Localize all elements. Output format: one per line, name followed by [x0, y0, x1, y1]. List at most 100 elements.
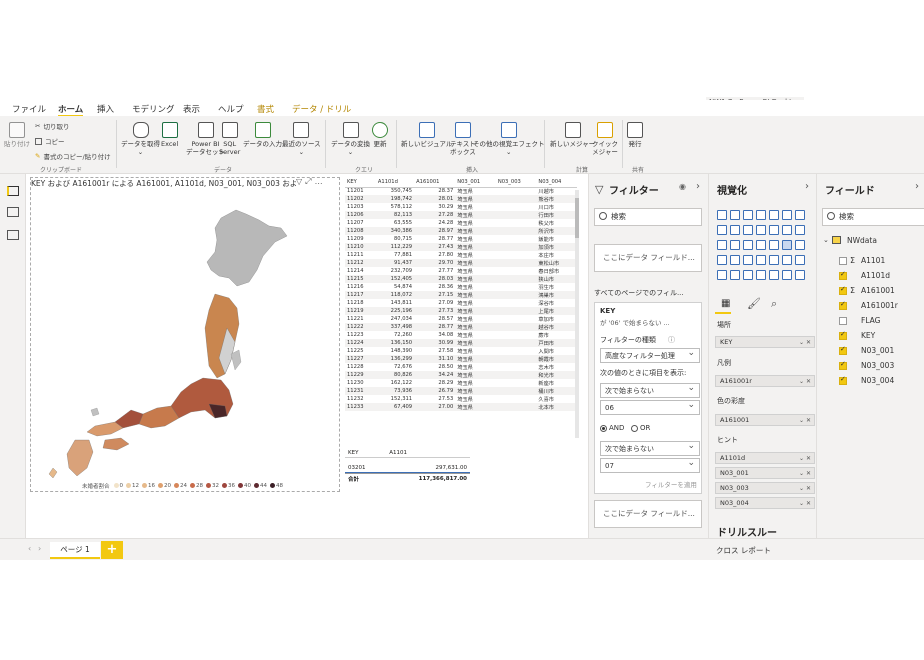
- r-visual-visual-icon[interactable]: [717, 270, 727, 280]
- transform-data-button[interactable]: データの変換 ⌄: [331, 122, 370, 156]
- page-filters-dropzone[interactable]: ここにデータ フィールド...: [594, 500, 702, 528]
- map-visual[interactable]: [30, 177, 340, 492]
- refresh-button[interactable]: 更新: [372, 122, 388, 148]
- paste-button[interactable]: 貼り付け: [4, 122, 30, 148]
- smart-narrative-visual-icon[interactable]: [782, 270, 792, 280]
- card-visual-icon[interactable]: [730, 255, 740, 265]
- eye-icon[interactable]: ◉: [679, 182, 686, 191]
- filters-search-input[interactable]: 検索: [594, 208, 702, 226]
- table-visual-icon[interactable]: [782, 255, 792, 265]
- slicer-visual-icon[interactable]: [769, 255, 779, 265]
- condition1-value-input[interactable]: 06: [600, 398, 700, 415]
- table-row[interactable]: 11202 198,742 28.01 埼玉県 熊谷市: [345, 195, 577, 203]
- key-influencers-visual-icon[interactable]: [743, 270, 753, 280]
- chip-controls-icon[interactable]: ⌄ ✕: [799, 498, 811, 509]
- tooltip-field-chip[interactable]: N03_004 ⌄ ✕: [715, 497, 815, 509]
- field-item[interactable]: Σ A161001: [839, 285, 895, 295]
- location-field-chip[interactable]: KEY ⌄ ✕: [715, 336, 815, 348]
- table-name[interactable]: NWdata: [847, 236, 877, 245]
- field-checkbox[interactable]: [839, 316, 847, 325]
- chip-controls-icon[interactable]: ⌄ ✕: [799, 453, 811, 464]
- field-checkbox[interactable]: [839, 375, 847, 385]
- table-row[interactable]: 11219 225,196 27.73 埼玉県 上尾市: [345, 307, 577, 315]
- column-header[interactable]: A161001: [414, 178, 456, 188]
- collapse-chevron-icon[interactable]: ›: [915, 181, 919, 192]
- menu-file[interactable]: ファイル: [12, 103, 46, 115]
- matrix-visual-icon[interactable]: [795, 255, 805, 265]
- condition1-dropdown[interactable]: 次で始まらない: [600, 381, 700, 398]
- table-row[interactable]: 11231 73,936 26.79 埼玉県 桶川市: [345, 387, 577, 395]
- funnel-visual-icon[interactable]: [795, 225, 805, 235]
- analytics-magnifier-icon[interactable]: ⌕: [771, 297, 777, 311]
- table-row[interactable]: 11212 91,437 29.70 埼玉県 東松山市: [345, 259, 577, 267]
- condition2-value-input[interactable]: 07: [600, 456, 700, 473]
- format-paint-icon[interactable]: 🖌: [747, 297, 761, 310]
- table-row[interactable]: 11215 152,405 28.03 埼玉県 狭山市: [345, 275, 577, 283]
- excel-button[interactable]: Excel: [161, 122, 178, 148]
- table-row[interactable]: 11206 82,113 27.28 埼玉県 行田市: [345, 211, 577, 219]
- kpi-visual-icon[interactable]: [756, 255, 766, 265]
- clustered-column-visual-icon[interactable]: [756, 210, 766, 220]
- stacked-area-visual-icon[interactable]: [730, 225, 740, 235]
- page-tab-1[interactable]: ページ 1: [50, 542, 100, 559]
- apply-filter-button[interactable]: フィルターを適用: [645, 479, 697, 489]
- line-column-visual-icon[interactable]: [743, 225, 753, 235]
- fields-tab-icon[interactable]: ▦: [721, 298, 730, 309]
- add-page-button[interactable]: +: [101, 541, 123, 559]
- scatter-visual-icon[interactable]: [717, 240, 727, 250]
- field-checkbox[interactable]: [839, 270, 847, 280]
- map-visual-icon[interactable]: [769, 240, 779, 250]
- recent-sources-button[interactable]: 最近のソース ⌄: [282, 122, 321, 156]
- field-checkbox[interactable]: [839, 360, 847, 370]
- next-page-icon[interactable]: ›: [38, 544, 41, 553]
- expand-chevron-icon[interactable]: ⌄: [823, 236, 829, 244]
- filter-icon[interactable]: ▽: [296, 177, 305, 186]
- menu-data-drill[interactable]: データ / ドリル: [292, 103, 351, 115]
- collapse-chevron-icon[interactable]: ›: [805, 181, 809, 192]
- decomposition-tree-visual-icon[interactable]: [756, 270, 766, 280]
- menu-help[interactable]: ヘルプ: [218, 103, 244, 115]
- prev-page-icon[interactable]: ‹: [28, 544, 31, 553]
- filled-map-visual-icon[interactable]: [782, 240, 792, 250]
- report-view-icon[interactable]: [7, 186, 19, 196]
- more-visual-icon[interactable]: [795, 270, 805, 280]
- field-item[interactable]: N03_004: [839, 375, 894, 385]
- new-measure-button[interactable]: 新しいメジャー: [550, 122, 595, 148]
- field-checkbox[interactable]: [839, 285, 847, 295]
- table-row[interactable]: 11216 54,874 28.36 埼玉県 羽生市: [345, 283, 577, 291]
- format-painter-button[interactable]: ✎ 書式のコピー/貼り付け: [35, 151, 111, 161]
- saturation-field-chip[interactable]: A161001 ⌄ ✕: [715, 414, 815, 426]
- table-row[interactable]: 11208 340,386 28.97 埼玉県 所沢市: [345, 227, 577, 235]
- shape-map-visual-icon[interactable]: [795, 240, 805, 250]
- treemap-visual-icon[interactable]: [756, 240, 766, 250]
- table-row[interactable]: 11218 143,811 27.09 埼玉県 深谷市: [345, 299, 577, 307]
- table-row[interactable]: 11230 162,122 28.29 埼玉県 新座市: [345, 379, 577, 387]
- multi-row-card-visual-icon[interactable]: [743, 255, 753, 265]
- enter-data-button[interactable]: データの入力: [243, 122, 282, 148]
- fields-search-input[interactable]: 検索: [822, 208, 924, 226]
- column-header[interactable]: A1101d: [375, 178, 415, 188]
- publish-button[interactable]: 発行: [627, 122, 643, 148]
- quick-measure-button[interactable]: クイック メジャー: [592, 122, 618, 156]
- table-row[interactable]: 11201 350,745 28.37 埼玉県 川越市: [345, 187, 577, 195]
- table-visual[interactable]: KEY A1101d A161001 N03_001 N03_003 N03_004 11…: [345, 178, 579, 450]
- summary-table[interactable]: KEY A1101 03201 297,631.00 合計 117,366,817.0…: [345, 448, 470, 483]
- field-item[interactable]: FLAG: [839, 316, 880, 325]
- field-item[interactable]: Σ A1101: [839, 256, 885, 265]
- copy-button[interactable]: コピー: [35, 136, 65, 146]
- 100-bar-visual-icon[interactable]: [769, 210, 779, 220]
- clustered-bar-visual-icon[interactable]: [743, 210, 753, 220]
- scrollbar-thumb[interactable]: [575, 198, 579, 238]
- field-item[interactable]: N03_001: [839, 345, 894, 355]
- chip-controls-icon[interactable]: ⌄ ✕: [799, 415, 811, 426]
- chip-controls-icon[interactable]: ⌄ ✕: [799, 468, 811, 479]
- field-item[interactable]: N03_003: [839, 360, 894, 370]
- table-row[interactable]: 11232 152,311 27.53 埼玉県 久喜市: [345, 395, 577, 403]
- table-row[interactable]: 11221 247,034 28.57 埼玉県 草加市: [345, 315, 577, 323]
- cut-button[interactable]: ✂ 切り取り: [35, 121, 69, 131]
- textbox-button[interactable]: テキスト ボックス: [450, 122, 476, 156]
- tooltip-field-chip[interactable]: N03_003 ⌄ ✕: [715, 482, 815, 494]
- more-visuals-button[interactable]: その他の視覚エフェクト ⌄: [473, 122, 545, 156]
- column-header[interactable]: N03_003: [495, 178, 537, 188]
- chip-controls-icon[interactable]: ⌄ ✕: [799, 376, 811, 387]
